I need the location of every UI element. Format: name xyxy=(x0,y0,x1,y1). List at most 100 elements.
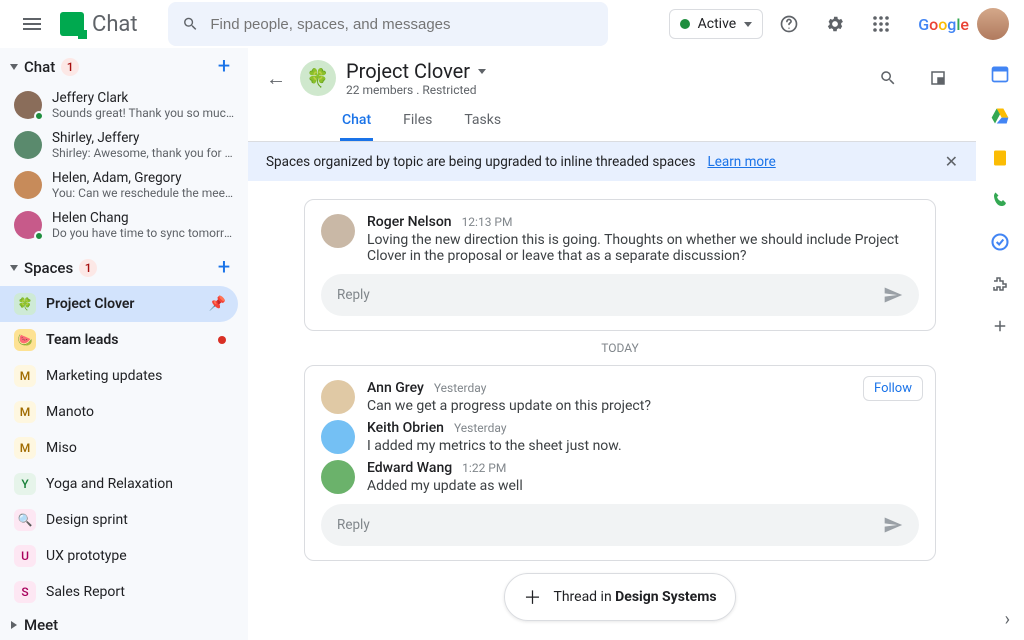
space-icon: Y xyxy=(14,473,36,495)
space-label: Sales Report xyxy=(46,584,125,600)
status-label: Active xyxy=(698,16,737,32)
banner-learn-more-link[interactable]: Learn more xyxy=(707,154,775,170)
upgrade-banner: Spaces organized by topic are being upgr… xyxy=(248,142,976,181)
roster-name: Shirley, Jeffery xyxy=(52,130,236,146)
thread-chip-text: Thread in Design Systems xyxy=(553,589,716,605)
roster-preview: Shirley: Awesome, thank you for the... xyxy=(52,146,236,160)
space-item[interactable]: 🍀Project Clover📌 xyxy=(0,286,238,322)
reply-input[interactable]: Reply xyxy=(321,274,919,316)
roster-item[interactable]: Helen ChangDo you have time to sync tomo… xyxy=(0,205,248,245)
phone-icon xyxy=(991,191,1009,209)
tab-tasks[interactable]: Tasks xyxy=(462,104,503,141)
roster-item[interactable]: Shirley, JefferyShirley: Awesome, thank … xyxy=(0,125,248,165)
keep-app-button[interactable] xyxy=(990,148,1010,168)
search-box[interactable] xyxy=(168,2,608,46)
pop-out-button[interactable] xyxy=(918,58,958,98)
roster-avatar xyxy=(14,131,42,159)
space-item[interactable]: MManoto xyxy=(0,394,238,430)
section-chat[interactable]: Chat 1 + xyxy=(0,48,248,85)
plus-icon xyxy=(991,317,1009,335)
new-chat-button[interactable]: + xyxy=(210,54,238,79)
chat-logo-icon xyxy=(60,12,84,36)
tab-chat[interactable]: Chat xyxy=(340,104,373,141)
chevron-down-icon xyxy=(10,64,18,70)
chevron-down-icon[interactable] xyxy=(478,69,486,74)
space-label: Miso xyxy=(46,440,77,456)
collapse-panel-button[interactable]: › xyxy=(1005,609,1010,630)
space-label: Project Clover xyxy=(46,296,134,312)
user-avatar xyxy=(977,8,1009,40)
brand-label: Chat xyxy=(92,12,138,37)
message-avatar xyxy=(321,460,355,494)
space-icon: U xyxy=(14,545,36,567)
section-spaces[interactable]: Spaces 1 + xyxy=(0,249,248,286)
drive-icon xyxy=(990,106,1010,126)
banner-close-button[interactable]: ✕ xyxy=(945,152,958,171)
message-text: Can we get a progress update on this pro… xyxy=(367,398,919,414)
calendar-icon xyxy=(990,64,1010,84)
pin-icon: 📌 xyxy=(209,296,226,312)
section-meet[interactable]: Meet xyxy=(0,610,248,640)
roster-preview: Do you have time to sync tomorrow mori..… xyxy=(52,226,236,240)
roster-preview: You: Can we reschedule the meeting for..… xyxy=(52,186,236,200)
search-icon xyxy=(182,15,199,33)
roster-item[interactable]: Helen, Adam, GregoryYou: Can we reschedu… xyxy=(0,165,248,205)
roster-avatar xyxy=(14,91,42,119)
menu-button[interactable] xyxy=(12,4,52,44)
drive-app-button[interactable] xyxy=(990,106,1010,126)
spaces-unread-badge: 1 xyxy=(79,259,97,277)
chevron-down-icon xyxy=(10,265,18,271)
roster-item[interactable]: Jeffery ClarkSounds great! Thank you so … xyxy=(0,85,248,125)
status-selector[interactable]: Active xyxy=(669,9,764,39)
space-label: Marketing updates xyxy=(46,368,162,384)
space-item[interactable]: 🔍Design sprint xyxy=(0,502,238,538)
back-button[interactable]: ← xyxy=(262,62,290,95)
roster-avatar xyxy=(14,211,42,239)
send-icon xyxy=(883,285,903,305)
message-author: Edward Wang xyxy=(367,460,452,476)
space-item[interactable]: S Sales Report xyxy=(0,574,238,610)
calendar-app-button[interactable] xyxy=(990,64,1010,84)
phone-app-button[interactable] xyxy=(990,190,1010,210)
roster-avatar xyxy=(14,171,42,199)
space-label: UX prototype xyxy=(46,548,127,564)
space-item[interactable]: MMiso xyxy=(0,430,238,466)
search-icon xyxy=(879,69,897,87)
banner-text: Spaces organized by topic are being upgr… xyxy=(266,154,695,170)
addons-app-button[interactable] xyxy=(990,274,1010,294)
help-button[interactable] xyxy=(769,4,809,44)
space-icon: S xyxy=(14,581,36,603)
space-label: Yoga and Relaxation xyxy=(46,476,173,492)
message-avatar xyxy=(321,420,355,454)
new-thread-chip[interactable]: ＋ Thread in Design Systems xyxy=(504,573,735,621)
roster-name: Helen Chang xyxy=(52,210,236,226)
message-text: I added my metrics to the sheet just now… xyxy=(367,438,919,454)
search-input[interactable] xyxy=(210,16,593,33)
space-label: Team leads xyxy=(46,332,118,348)
tab-files[interactable]: Files xyxy=(401,104,434,141)
chevron-right-icon xyxy=(11,621,17,629)
app-header: Chat Active Google xyxy=(0,0,1024,48)
settings-button[interactable] xyxy=(815,4,855,44)
apps-grid-icon xyxy=(872,15,890,33)
space-item[interactable]: MMarketing updates xyxy=(0,358,238,394)
get-addons-button[interactable] xyxy=(990,316,1010,336)
space-item[interactable]: U UX prototype xyxy=(0,538,238,574)
space-subtitle: 22 members . Restricted xyxy=(346,83,486,97)
apps-button[interactable] xyxy=(861,4,901,44)
section-chat-label: Chat xyxy=(24,58,55,76)
tasks-app-button[interactable] xyxy=(990,232,1010,252)
follow-button[interactable]: Follow xyxy=(863,376,923,401)
search-in-space-button[interactable] xyxy=(868,58,908,98)
reply-input[interactable]: Reply xyxy=(321,504,919,546)
new-space-button[interactable]: + xyxy=(210,255,238,280)
space-item[interactable]: 🍉Team leads xyxy=(0,322,238,358)
roster-preview: Sounds great! Thank you so much Ann! xyxy=(52,106,236,120)
main-area: ← 🍀 Project Clover 22 members . Restrict… xyxy=(248,48,976,640)
plus-icon: ＋ xyxy=(523,584,541,610)
message-text: Added my update as well xyxy=(367,478,919,494)
space-label: Design sprint xyxy=(46,512,128,528)
account-button[interactable]: Google xyxy=(907,5,1012,43)
space-item[interactable]: Y Yoga and Relaxation xyxy=(0,466,238,502)
day-separator: TODAY xyxy=(304,341,936,355)
